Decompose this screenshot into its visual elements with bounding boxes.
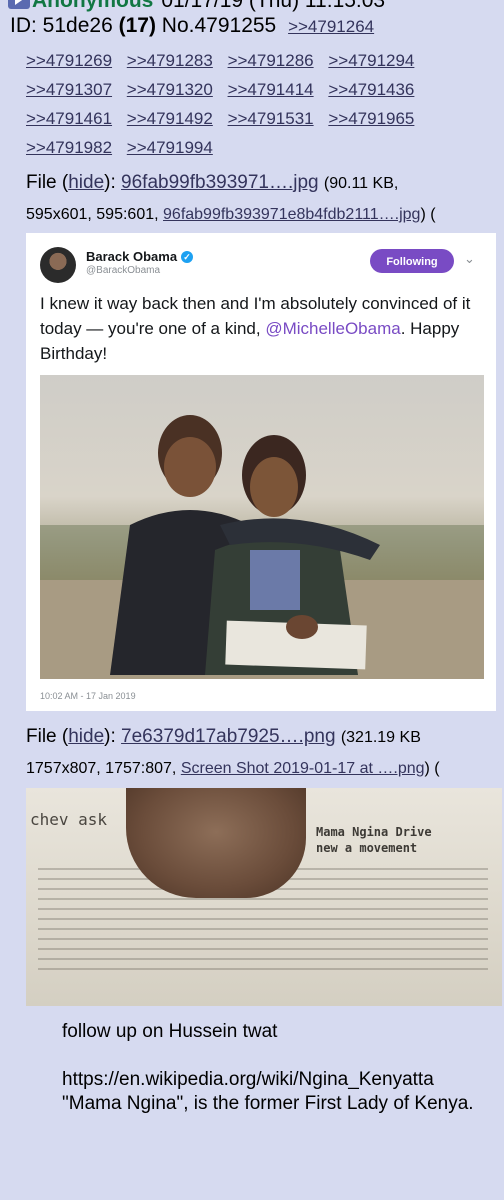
reply-link[interactable]: >>4791269 bbox=[26, 51, 112, 70]
file-name-link[interactable]: 96fab99fb393971….jpg bbox=[121, 172, 319, 193]
reply-link[interactable]: >>4791294 bbox=[328, 51, 414, 70]
display-name-text: Barack Obama bbox=[86, 249, 178, 264]
reply-link[interactable]: >>4791264 bbox=[288, 17, 374, 36]
tweet-photo bbox=[40, 375, 484, 679]
reply-link[interactable]: >>4791531 bbox=[228, 109, 314, 128]
file-size: (321.19 KB bbox=[340, 729, 421, 746]
hand-illustration bbox=[126, 788, 306, 898]
post-header: Anonymous 01/17/19 (Thu) 11:15:03 bbox=[8, 0, 385, 13]
file-info-1: File (hide): 96fab99fb393971….jpg (90.11… bbox=[26, 168, 504, 230]
file-name-link[interactable]: 7e6379d17ab7925….png bbox=[121, 726, 335, 747]
file-sep: ): bbox=[104, 726, 122, 747]
post-number[interactable]: No.4791255 bbox=[162, 14, 276, 37]
poster-id-count: (17) bbox=[118, 14, 156, 37]
reply-link[interactable]: >>4791965 bbox=[328, 109, 414, 128]
post-datetime: 01/17/19 (Thu) 11:15:03 bbox=[161, 0, 386, 12]
photo-illustration bbox=[40, 415, 484, 679]
file-info-2: File (hide): 7e6379d17ab7925….png (321.1… bbox=[26, 722, 504, 784]
reply-link[interactable]: >>4791492 bbox=[127, 109, 213, 128]
newspaper-text-left: chev ask bbox=[30, 810, 108, 829]
reply-link[interactable]: >>4791283 bbox=[127, 51, 213, 70]
post-info-line: ID: 51de26 (17) No.4791255 >>4791264 bbox=[10, 14, 374, 38]
original-filename-link[interactable]: Screen Shot 2019-01-17 at ….png bbox=[181, 760, 425, 777]
file-label: File ( bbox=[26, 172, 69, 193]
avatar bbox=[40, 247, 76, 283]
comment-line: "Mama Ngina", is the former First Lady o… bbox=[62, 1093, 474, 1114]
hide-link[interactable]: hide bbox=[68, 726, 104, 747]
file-label: File ( bbox=[26, 726, 69, 747]
newspaper-text-right: Mama Ngina Drive new a movement bbox=[316, 824, 432, 856]
newspaper-image[interactable]: chev ask Mama Ngina Drive new a movement bbox=[26, 788, 502, 1006]
reply-link[interactable]: >>4791436 bbox=[328, 80, 414, 99]
reply-link[interactable]: >>4791307 bbox=[26, 80, 112, 99]
file-size: (90.11 KB, bbox=[323, 175, 399, 192]
tweet-image[interactable]: Barack Obama ✓ @BarackObama Following ⌄ I… bbox=[26, 233, 496, 711]
poster-name: Anonymous bbox=[32, 0, 154, 12]
reply-link[interactable]: >>4791461 bbox=[26, 109, 112, 128]
file-sep: ): bbox=[104, 172, 122, 193]
file-dims: 1757x807, 1757:807, bbox=[26, 760, 181, 777]
tweet-display-name: Barack Obama ✓ bbox=[86, 249, 194, 264]
following-button: Following bbox=[370, 249, 454, 273]
post-comment: follow up on Hussein twat https://en.wik… bbox=[62, 1020, 482, 1116]
tweet-date: 10:02 AM - 17 Jan 2019 bbox=[40, 691, 136, 701]
verified-icon: ✓ bbox=[181, 251, 194, 263]
newspaper-headline-1: Mama Ngina Drive bbox=[316, 825, 432, 839]
reply-link[interactable]: >>4791994 bbox=[127, 138, 213, 157]
file-dims: 595x601, 595:601, bbox=[26, 206, 164, 223]
file-close: ) ( bbox=[420, 206, 436, 223]
comment-url: https://en.wikipedia.org/wiki/Ngina_Keny… bbox=[62, 1068, 482, 1092]
file-close: ) ( bbox=[424, 760, 440, 777]
post: Anonymous 01/17/19 (Thu) 11:15:03 ID: 51d… bbox=[0, 0, 504, 1200]
original-filename-link[interactable]: 96fab99fb393971e8b4fdb2111….jpg bbox=[163, 206, 420, 223]
tweet-text: I knew it way back then and I'm absolute… bbox=[40, 291, 490, 366]
reply-link[interactable]: >>4791320 bbox=[127, 80, 213, 99]
reply-links: >>4791269 >>4791283 >>4791286 >>4791294 … bbox=[26, 46, 496, 162]
reply-link[interactable]: >>4791982 bbox=[26, 138, 112, 157]
comment-url-text: https://en.wikipedia.org/wiki/Ngina_Keny… bbox=[62, 1069, 434, 1090]
poster-id[interactable]: ID: 51de26 bbox=[10, 14, 113, 37]
tweet-mention: @MichelleObama bbox=[265, 319, 401, 338]
chevron-down-icon: ⌄ bbox=[464, 251, 475, 266]
post-icon[interactable] bbox=[8, 0, 30, 9]
reply-link[interactable]: >>4791414 bbox=[228, 80, 314, 99]
reply-link[interactable]: >>4791286 bbox=[228, 51, 314, 70]
comment-line: follow up on Hussein twat bbox=[62, 1021, 278, 1042]
tweet-handle: @BarackObama bbox=[86, 265, 161, 276]
newspaper-headline-2: new a movement bbox=[316, 841, 418, 855]
hide-link[interactable]: hide bbox=[68, 172, 104, 193]
